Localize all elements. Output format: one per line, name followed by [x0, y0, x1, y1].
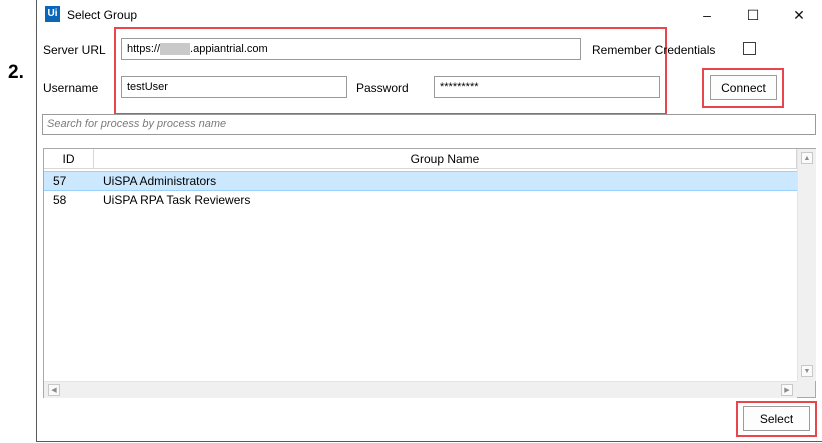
- column-header-group-name[interactable]: Group Name: [94, 149, 797, 169]
- uipath-app-icon: Ui: [45, 6, 60, 22]
- password-input[interactable]: *********: [434, 76, 660, 98]
- search-input[interactable]: Search for process by process name: [42, 114, 816, 135]
- maximize-button[interactable]: ☐: [730, 2, 776, 28]
- group-grid: ID Group Name 57 UiSPA Administrators 58…: [43, 148, 816, 398]
- column-header-id[interactable]: ID: [44, 149, 94, 169]
- maximize-icon: ☐: [746, 6, 760, 23]
- scrollbar-corner: [797, 381, 815, 397]
- scroll-left-icon[interactable]: ◀: [48, 384, 60, 396]
- select-group-window: Ui Select Group – ☐ ✕ Server URL https:/…: [36, 0, 822, 442]
- server-url-prefix: https://: [127, 43, 161, 55]
- scroll-up-icon[interactable]: ▲: [801, 152, 813, 164]
- row-id: 57: [53, 174, 67, 188]
- scroll-right-icon[interactable]: ▶: [781, 384, 793, 396]
- row-group-name: UiSPA RPA Task Reviewers: [103, 193, 251, 207]
- server-url-redacted-segment: [160, 43, 191, 56]
- connect-button[interactable]: Connect: [710, 75, 777, 100]
- row-group-name: UiSPA Administrators: [103, 174, 217, 188]
- server-url-input[interactable]: https:// .appiantrial.com: [121, 38, 581, 60]
- window-title: Select Group: [67, 8, 138, 22]
- horizontal-scrollbar[interactable]: ◀ ▶: [44, 381, 797, 398]
- table-row[interactable]: 57 UiSPA Administrators: [44, 171, 797, 191]
- minimize-button[interactable]: –: [684, 2, 730, 28]
- table-row[interactable]: 58 UiSPA RPA Task Reviewers: [44, 191, 797, 211]
- username-input[interactable]: testUser: [121, 76, 347, 98]
- password-label: Password: [356, 81, 409, 95]
- remember-credentials-checkbox[interactable]: [743, 42, 756, 55]
- close-icon: ✕: [793, 6, 805, 23]
- select-button[interactable]: Select: [743, 406, 810, 431]
- row-id: 58: [53, 193, 67, 207]
- minimize-icon: –: [703, 7, 711, 23]
- remember-credentials-label: Remember Credentials: [592, 43, 716, 57]
- title-bar[interactable]: Ui Select Group – ☐ ✕: [37, 0, 822, 30]
- server-url-suffix: .appiantrial.com: [190, 43, 268, 55]
- vertical-scrollbar[interactable]: ▲ ▼: [797, 149, 816, 381]
- server-url-label: Server URL: [43, 43, 106, 57]
- username-label: Username: [43, 81, 99, 95]
- scroll-down-icon[interactable]: ▼: [801, 365, 813, 377]
- step-2-annotation: 2.: [8, 62, 24, 83]
- close-button[interactable]: ✕: [776, 2, 822, 28]
